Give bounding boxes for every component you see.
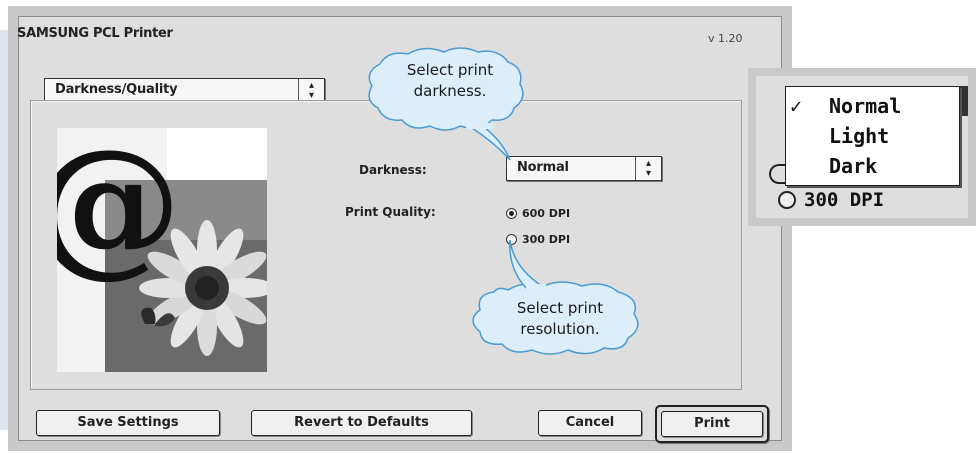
callout-darkness-line-1: Select print	[406, 61, 494, 79]
radio-label: 600 DPI	[522, 207, 571, 220]
menu-item-light[interactable]: Light	[786, 121, 959, 151]
at-sign-icon: @	[57, 128, 182, 292]
callout-resolution-text: Select print resolution.	[486, 298, 634, 340]
print-quality-label: Print Quality:	[345, 205, 436, 219]
dialog-title: SAMSUNG PCL Printer	[17, 26, 173, 41]
callout-resolution-line-2: resolution.	[520, 320, 600, 338]
menu-item-dark[interactable]: Dark	[786, 151, 959, 181]
checkmark-icon: ✓	[790, 94, 803, 118]
darkness-popup-menu: ✓ Normal Light Dark	[785, 86, 960, 186]
updown-arrows-icon: ▴ ▾	[635, 157, 661, 180]
darkness-select-value: Normal	[517, 160, 569, 175]
radio-button	[778, 191, 796, 209]
cancel-button[interactable]: Cancel	[538, 410, 642, 436]
zoom-inset: ✓ Normal Light Dark 300 DPI	[748, 68, 976, 226]
print-button-default-ring: Print	[655, 405, 769, 443]
zoom-radio-300-dpi: 300 DPI	[778, 189, 884, 211]
callout-resolution-line-1: Select print	[516, 299, 604, 317]
zoom-radio-label: 300 DPI	[804, 189, 885, 211]
menu-item-normal[interactable]: ✓ Normal	[786, 91, 959, 121]
menu-item-label: Light	[829, 124, 890, 148]
panel-select-value: Darkness/Quality	[55, 82, 178, 97]
darkness-label: Darkness:	[359, 163, 427, 177]
menu-item-label: Dark	[829, 154, 878, 178]
callout-darkness-line-2: darkness.	[413, 82, 487, 100]
updown-arrows-icon: ▴ ▾	[298, 79, 324, 101]
preview-image: @	[57, 128, 267, 372]
callout-darkness-text: Select print darkness.	[378, 60, 522, 102]
version-label: v 1.20	[708, 32, 743, 45]
save-settings-button[interactable]: Save Settings	[36, 410, 220, 436]
radio-600-dpi[interactable]: 600 DPI	[506, 207, 570, 220]
radio-button-selected[interactable]	[506, 208, 517, 219]
revert-to-defaults-button[interactable]: Revert to Defaults	[251, 410, 472, 436]
radio-button-partial	[769, 164, 785, 184]
menu-item-label: Normal	[829, 94, 902, 118]
zoom-inset-content: ✓ Normal Light Dark 300 DPI	[756, 76, 968, 218]
panel-select[interactable]: Darkness/Quality ▴ ▾	[44, 78, 325, 101]
print-button[interactable]: Print	[661, 411, 763, 437]
